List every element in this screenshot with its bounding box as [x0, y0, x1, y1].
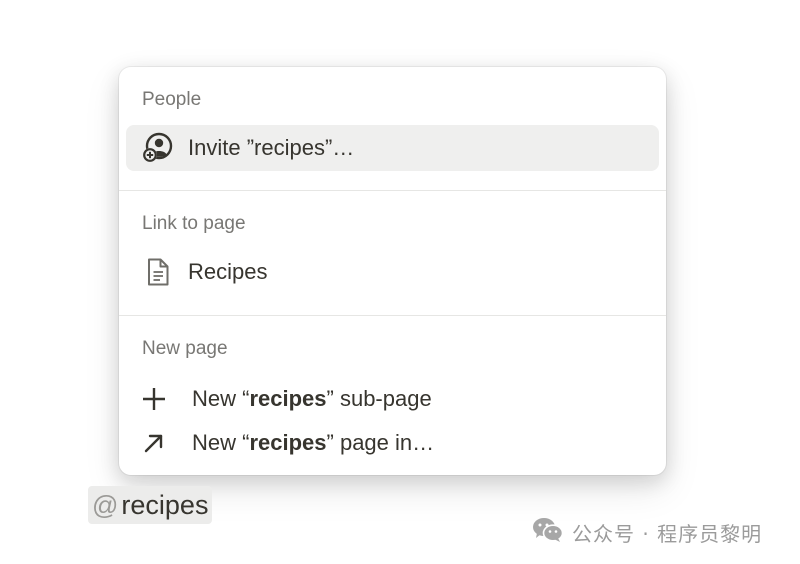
label-prefix: New “ — [192, 430, 250, 455]
section-title-people: People — [142, 89, 202, 110]
wechat-logo-icon — [532, 517, 564, 548]
section-people: People Invite ”recipes”… — [119, 67, 666, 190]
label-suffix: ” page in… — [326, 430, 435, 455]
label-query: recipes — [249, 386, 327, 411]
stage: People Invite ”recipes”… Link to page Re… — [0, 0, 800, 564]
link-page-recipes-item[interactable]: Recipes — [126, 249, 659, 295]
plus-icon — [138, 381, 170, 417]
mention-suggestion-menu: People Invite ”recipes”… Link to page Re… — [119, 67, 666, 475]
add-person-icon — [140, 130, 176, 166]
new-sub-page-label: New “recipes” sub-page — [192, 386, 432, 412]
section-new-page: New page New “recipes” sub-page New “rec… — [119, 316, 666, 475]
section-title-new-page: New page — [142, 338, 228, 359]
at-symbol: @ — [92, 489, 119, 520]
page-document-icon — [140, 254, 176, 290]
label-query: recipes — [249, 430, 327, 455]
watermark-text: 公众号 · 程序员黎明 — [572, 522, 763, 546]
new-page-in-label: New “recipes” page in… — [192, 430, 434, 456]
section-link-to-page: Link to page Recipes — [119, 191, 666, 315]
section-title-link-to-page: Link to page — [142, 213, 246, 234]
arrow-up-right-icon — [138, 425, 170, 461]
new-sub-page-item[interactable]: New “recipes” sub-page — [126, 376, 659, 422]
label-prefix: New “ — [192, 386, 250, 411]
invite-menu-item[interactable]: Invite ”recipes”… — [126, 125, 659, 171]
recipes-page-label: Recipes — [188, 259, 268, 284]
new-page-in-item[interactable]: New “recipes” page in… — [126, 422, 659, 464]
watermark: 公众号 · 程序员黎明 — [532, 517, 762, 548]
mention-input-token[interactable]: @ recipes — [88, 486, 213, 524]
label-suffix: ” sub-page — [326, 386, 432, 411]
mention-query-text: recipes — [121, 489, 209, 520]
invite-label: Invite ”recipes”… — [188, 135, 355, 160]
